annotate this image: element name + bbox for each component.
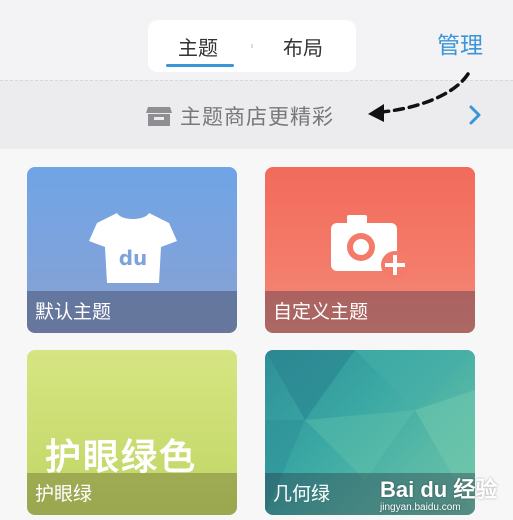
tshirt-du-icon: du <box>89 213 177 283</box>
manage-button[interactable]: 管理 <box>437 26 483 60</box>
chevron-right-icon[interactable] <box>467 101 483 129</box>
tab-separator <box>251 44 253 48</box>
theme-card-eye-green[interactable]: 护眼绿色 护眼绿 <box>27 350 237 515</box>
active-tab-indicator <box>166 64 234 67</box>
theme-card-label: 自定义主题 <box>265 291 475 333</box>
theme-card-label: 护眼绿 <box>27 473 237 515</box>
theme-card-geometric-green[interactable]: 几何绿 <box>265 350 475 515</box>
banner-text: 主题商店更精彩 <box>180 105 334 129</box>
camera-plus-icon <box>331 215 409 279</box>
tab-theme[interactable]: 主题 <box>178 32 218 61</box>
theme-card-label: 默认主题 <box>27 291 237 333</box>
theme-card-default[interactable]: du 默认主题 <box>27 167 237 333</box>
top-bar: 主题 布局 管理 <box>0 0 513 80</box>
segmented-control: 主题 布局 <box>148 20 356 72</box>
store-icon <box>146 107 172 126</box>
tshirt-du-text: du <box>119 246 148 270</box>
theme-card-label: 几何绿 <box>265 473 475 515</box>
theme-card-custom[interactable]: 自定义主题 <box>265 167 475 333</box>
tab-layout[interactable]: 布局 <box>283 32 323 61</box>
theme-store-banner[interactable]: 主题商店更精彩 <box>0 80 513 149</box>
